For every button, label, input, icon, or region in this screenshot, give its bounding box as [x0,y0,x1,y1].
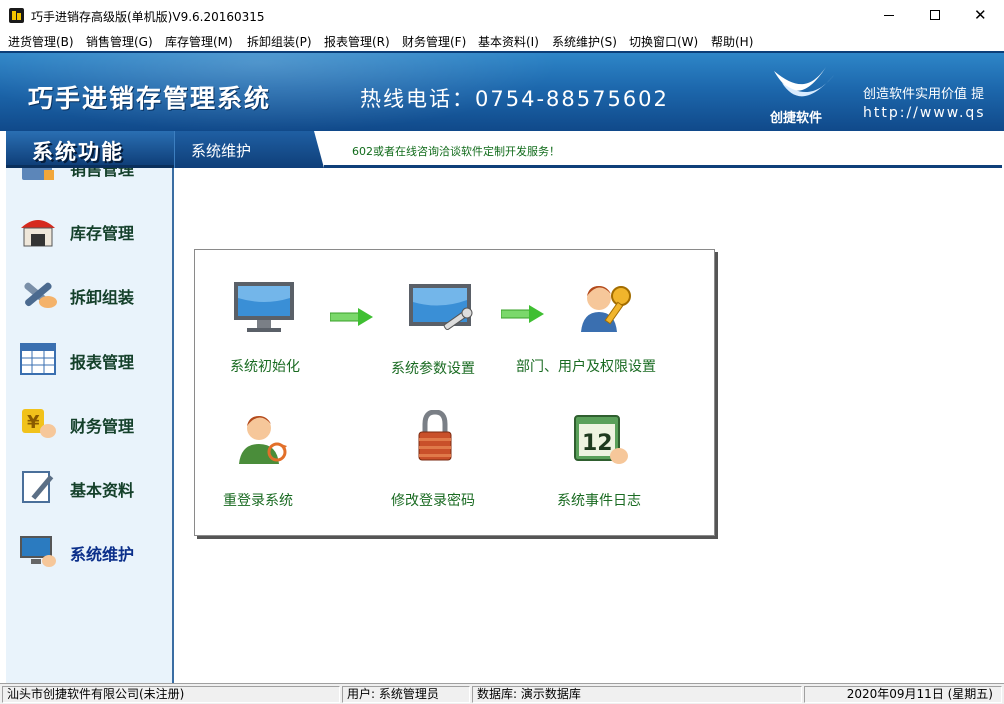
padlock-icon [418,410,452,461]
function-panel: 系统初始化 系统参数设置 部门、用户及权限设置 重登录系统 修改登录密码 12 … [194,249,715,536]
maximize-icon [930,10,940,20]
tools-icon [24,282,57,308]
header-banner: 巧手进销存管理系统 热线电话：0754-88575602 创捷软件 创造软件实用… [0,51,1004,131]
sidebar-item-maintenance[interactable]: 系统维护 [6,527,172,579]
app-icon[interactable] [9,8,24,23]
user-key-icon [581,286,631,332]
spreadsheet-icon [20,343,56,375]
tile-label: 部门、用户及权限设置 [516,359,656,375]
menu-purchase[interactable]: 进货管理(B) [8,33,74,50]
status-company: 汕头市创捷软件有限公司(未注册) [2,686,340,703]
menu-help[interactable]: 帮助(H) [711,33,753,50]
brand-logo-icon [774,67,834,97]
svg-text:¥: ¥ [27,412,40,433]
minimize-icon [884,15,894,16]
window-title: 巧手进销存高级版(单机版)V9.6.20160315 [31,10,265,24]
sidebar-item-label: 报表管理 [70,353,135,372]
section-bar: 系统功能 系统维护 602或者在线咨询洽谈软件定制开发服务！ [0,131,1004,168]
sidebar-item-sales[interactable]: 销售管理 [6,168,172,194]
sidebar-item-label: 库存管理 [70,224,135,243]
yen-hand-icon: ¥ [22,409,56,438]
status-bar: 汕头市创捷软件有限公司(未注册) 用户: 系统管理员 数据库: 演示数据库 20… [0,683,1004,704]
current-module-title: 系统维护 [191,142,252,160]
banner-hotline: 热线电话：0754-88575602 [360,87,669,111]
status-user: 用户: 系统管理员 [342,686,470,703]
sidebar-item-label: 系统维护 [70,545,135,564]
system-functions-header: 系统功能 [6,131,174,168]
minimize-button[interactable] [866,0,912,31]
menu-window[interactable]: 切换窗口(W) [629,33,698,50]
current-module-tab: 系统维护 [174,131,324,168]
sidebar-item-label: 拆卸组装 [70,288,135,307]
calendar-day: 12 [582,431,613,456]
monitor-wrench-icon [409,284,473,331]
tile-label: 重登录系统 [223,493,293,509]
monitor-hand-icon [20,536,56,567]
menu-maintenance[interactable]: 系统维护(S) [552,33,617,50]
calendar-icon: 12 [574,415,628,464]
main-content: 系统初始化 系统参数设置 部门、用户及权限设置 重登录系统 修改登录密码 12 … [176,168,1002,683]
sidebar-item-assembly[interactable]: 拆卸组装 [6,270,172,322]
sidebar-item-label: 财务管理 [70,417,135,436]
status-database: 数据库: 演示数据库 [472,686,802,703]
maximize-button[interactable] [912,0,958,31]
dept-user-permissions-tile[interactable]: 部门、用户及权限设置 [515,280,675,380]
tile-label: 系统事件日志 [557,493,641,509]
status-date: 2020年09月11日 (星期五) [804,686,1002,703]
sidebar: 销售管理 库存管理 拆卸组装 报表管理 ¥ 财务管理 基本资料 系统维护 [6,168,174,683]
tile-label: 系统初始化 [230,359,300,375]
menu-reports[interactable]: 报表管理(R) [324,33,390,50]
system-init-tile[interactable]: 系统初始化 [225,280,315,380]
user-refresh-icon [239,416,287,464]
menu-assembly[interactable]: 拆卸组装(P) [247,33,312,50]
close-button[interactable]: ✕ [958,0,1004,31]
tile-label: 系统参数设置 [391,361,475,377]
menu-finance[interactable]: 财务管理(F) [402,33,466,50]
pencil-document-icon [22,471,54,503]
sidebar-item-basic-data[interactable]: 基本资料 [6,463,172,515]
sidebar-item-reports[interactable]: 报表管理 [6,335,172,387]
event-log-tile[interactable]: 12 系统事件日志 [555,410,655,510]
menu-sales[interactable]: 销售管理(G) [86,33,153,50]
menu-inventory[interactable]: 库存管理(M) [165,33,233,50]
banner-title: 巧手进销存管理系统 [28,84,272,113]
relogin-tile[interactable]: 重登录系统 [221,410,321,510]
menu-basic-data[interactable]: 基本资料(I) [478,33,539,50]
banner-brand: 创捷软件 [770,111,823,126]
sidebar-item-inventory[interactable]: 库存管理 [6,206,172,258]
title-bar: 巧手进销存高级版(单机版)V9.6.20160315 ✕ [0,0,1004,31]
cash-register-icon [22,168,54,180]
banner-url: http://www.qs [863,105,986,121]
change-password-tile[interactable]: 修改登录密码 [391,410,491,510]
arrow-right-icon [330,308,373,326]
system-functions-title: 系统功能 [32,140,124,164]
system-params-tile[interactable]: 系统参数设置 [391,282,501,382]
sidebar-item-finance[interactable]: ¥ 财务管理 [6,399,172,451]
warehouse-icon [21,220,55,247]
banner-slogan: 创造软件实用价值 提 [863,87,985,102]
monitor-icon [234,282,294,332]
close-icon: ✕ [974,6,987,24]
sidebar-item-label: 基本资料 [70,481,135,500]
marquee-text: 602或者在线咨询洽谈软件定制开发服务！ [352,145,560,158]
sidebar-item-label: 销售管理 [70,168,135,179]
menu-bar: 进货管理(B) 销售管理(G) 库存管理(M) 拆卸组装(P) 报表管理(R) … [0,31,1004,51]
tile-label: 修改登录密码 [391,493,475,509]
